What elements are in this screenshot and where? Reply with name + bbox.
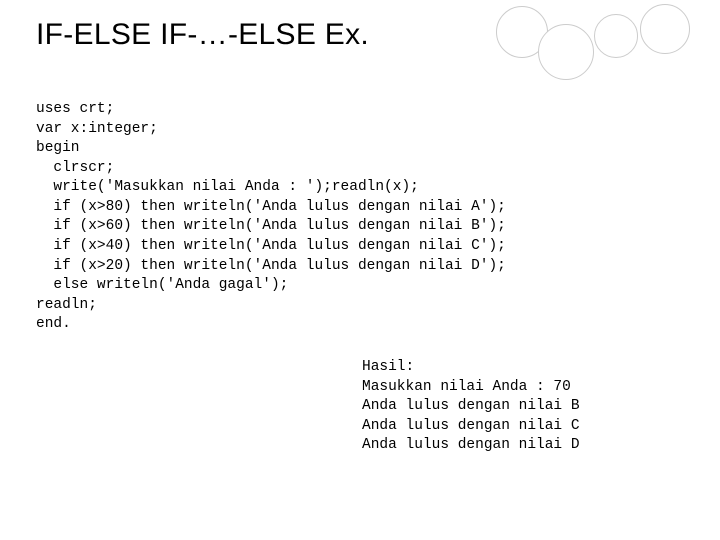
circle-icon (640, 4, 690, 54)
decorative-circles (496, 8, 690, 80)
result-block: Hasil: Masukkan nilai Anda : 70 Anda lul… (362, 358, 580, 456)
circle-icon (538, 24, 594, 80)
code-line: if (x>40) then writeln('Anda lulus denga… (36, 238, 506, 254)
code-block: uses crt; var x:integer; begin clrscr; w… (36, 100, 506, 335)
circle-icon (594, 14, 638, 58)
code-line: uses crt; (36, 101, 114, 117)
code-line: if (x>60) then writeln('Anda lulus denga… (36, 218, 506, 234)
result-line: Anda lulus dengan nilai B (362, 398, 580, 414)
code-line: var x:integer; (36, 121, 158, 137)
code-line: end. (36, 316, 71, 332)
code-line: if (x>20) then writeln('Anda lulus denga… (36, 258, 506, 274)
result-line: Anda lulus dengan nilai C (362, 418, 580, 434)
code-line: write('Masukkan nilai Anda : ');readln(x… (36, 179, 419, 195)
code-line: begin (36, 140, 80, 156)
result-line: Anda lulus dengan nilai D (362, 437, 580, 453)
slide-title: IF-ELSE IF-…-ELSE Ex. (36, 18, 369, 52)
result-label: Hasil: (362, 359, 414, 375)
code-line: readln; (36, 297, 97, 313)
code-line: clrscr; (36, 160, 114, 176)
code-line: if (x>80) then writeln('Anda lulus denga… (36, 199, 506, 215)
result-line: Masukkan nilai Anda : 70 (362, 379, 571, 395)
code-line: else writeln('Anda gagal'); (36, 277, 288, 293)
